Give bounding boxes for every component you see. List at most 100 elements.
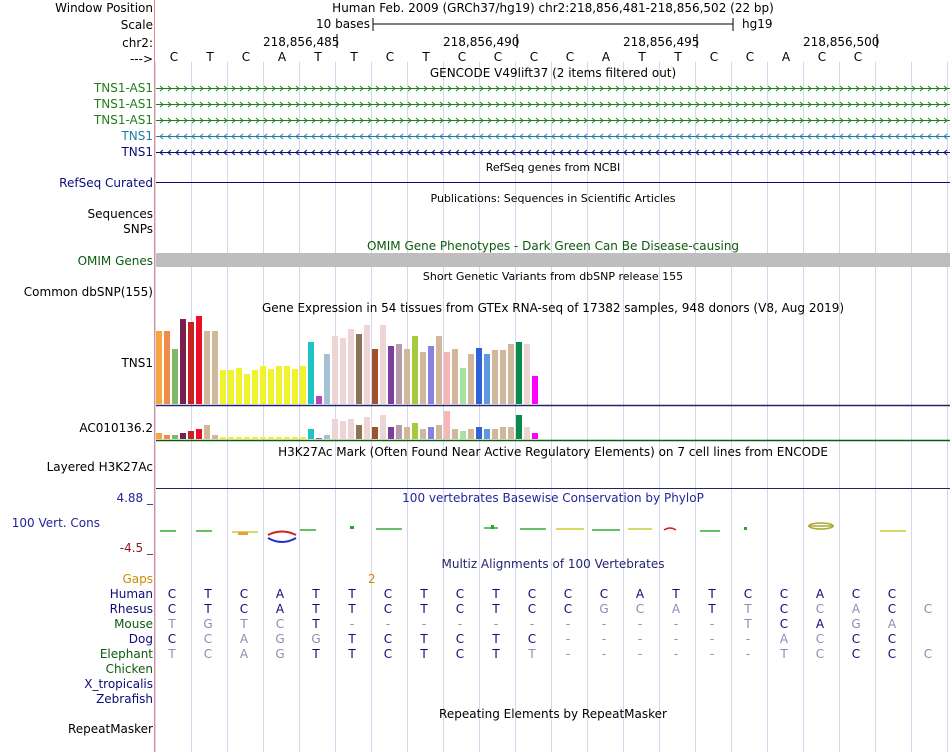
alignment-base: C (851, 632, 861, 646)
alignment-base: G (275, 632, 285, 646)
alignment-base: C (455, 632, 465, 646)
sequence-base: C (853, 50, 863, 64)
alignment-base: T (204, 587, 212, 601)
sequence-base: C (817, 50, 827, 64)
alignment-base: C (167, 632, 177, 646)
alignment-base: A (239, 647, 249, 661)
alignment-base: T (168, 617, 176, 631)
alignment-base: - (601, 632, 607, 646)
multiz-species-label[interactable]: Chicken (106, 662, 153, 676)
alignment-base: C (455, 602, 465, 616)
multiz-species-label[interactable]: Rhesus (110, 602, 153, 616)
sequence-base: A (781, 50, 791, 64)
sequence-base: A (601, 50, 611, 64)
alignment-base: T (420, 632, 428, 646)
alignment-base: A (851, 602, 861, 616)
alignment-base: - (385, 617, 391, 631)
alignment-base: C (635, 602, 645, 616)
alignment-base: G (203, 617, 213, 631)
alignment-base: T (420, 647, 428, 661)
sequence-base: A (277, 50, 287, 64)
sequence-base: T (674, 50, 682, 64)
multiz-species-label[interactable]: Zebrafish (96, 692, 153, 706)
sequence-base: C (565, 50, 575, 64)
alignment-base: T (708, 587, 716, 601)
alignment-base: T (708, 602, 716, 616)
sequence-base: C (241, 50, 251, 64)
sequence-base: C (709, 50, 719, 64)
alignment-base: A (815, 617, 825, 631)
alignment-base: T (420, 587, 428, 601)
alignment-base: G (311, 632, 321, 646)
sequence-base: T (206, 50, 214, 64)
alignment-base: C (527, 632, 537, 646)
alignment-base: - (493, 617, 499, 631)
alignment-base: T (420, 602, 428, 616)
multiz-species-label[interactable]: X_tropicalis (84, 677, 153, 691)
sequence-base: C (493, 50, 503, 64)
alignment-base: C (563, 602, 573, 616)
alignment-base: T (348, 602, 356, 616)
alignment-base: A (239, 632, 249, 646)
alignment-base: A (815, 587, 825, 601)
alignment-base: T (528, 647, 536, 661)
alignment-base: G (599, 602, 609, 616)
alignment-base: - (637, 617, 643, 631)
alignment-base: - (673, 647, 679, 661)
multiz-species-label[interactable]: Human (110, 587, 153, 601)
alignment-base: C (275, 617, 285, 631)
alignment-base: T (744, 617, 752, 631)
alignment-base: C (923, 647, 933, 661)
sequence-base: C (529, 50, 539, 64)
alignment-base: - (529, 617, 535, 631)
multiz-species-label[interactable]: Elephant (100, 647, 153, 661)
alignment-base: T (312, 602, 320, 616)
alignment-base: C (383, 602, 393, 616)
alignment-base: C (239, 587, 249, 601)
alignment-base: - (421, 617, 427, 631)
alignment-base: - (565, 617, 571, 631)
alignment-base: C (779, 602, 789, 616)
alignment-base: C (167, 602, 177, 616)
alignment-base: T (312, 587, 320, 601)
alignment-base: T (744, 602, 752, 616)
alignment-base: - (349, 617, 355, 631)
gap-marker: 2 (368, 572, 376, 586)
alignment-base: C (851, 587, 861, 601)
alignment-base: - (637, 632, 643, 646)
multiz-species-label[interactable]: Mouse (114, 617, 153, 631)
alignment-base: A (635, 587, 645, 601)
alignment-base: - (745, 647, 751, 661)
alignment-base: C (527, 602, 537, 616)
alignment-base: C (599, 587, 609, 601)
alignment-base: T (672, 587, 680, 601)
alignment-base: C (815, 647, 825, 661)
alignment-base: T (348, 632, 356, 646)
alignment-base: T (312, 617, 320, 631)
sequence-base: C (745, 50, 755, 64)
alignment-base: T (780, 647, 788, 661)
alignment-base: T (240, 617, 248, 631)
alignment-base: A (275, 587, 285, 601)
sequence-base: T (314, 50, 322, 64)
alignment-base: T (312, 647, 320, 661)
alignment-base: C (527, 587, 537, 601)
gaps-label[interactable]: Gaps (122, 572, 153, 586)
alignment-base: - (709, 632, 715, 646)
alignment-base: T (348, 647, 356, 661)
alignment-base: A (887, 617, 897, 631)
repeatmasker-label[interactable]: RepeatMasker (68, 722, 153, 736)
alignment-base: C (779, 617, 789, 631)
multiz-species-label[interactable]: Dog (129, 632, 153, 646)
alignment-base: C (851, 647, 861, 661)
alignment-base: C (455, 647, 465, 661)
alignment-base: - (673, 632, 679, 646)
alignment-base: - (565, 632, 571, 646)
alignment-base: T (168, 647, 176, 661)
alignment-base: C (239, 602, 249, 616)
alignment-base: T (492, 602, 500, 616)
alignment-base: T (492, 632, 500, 646)
alignment-base: A (779, 632, 789, 646)
alignment-base: C (743, 587, 753, 601)
alignment-base: G (851, 617, 861, 631)
